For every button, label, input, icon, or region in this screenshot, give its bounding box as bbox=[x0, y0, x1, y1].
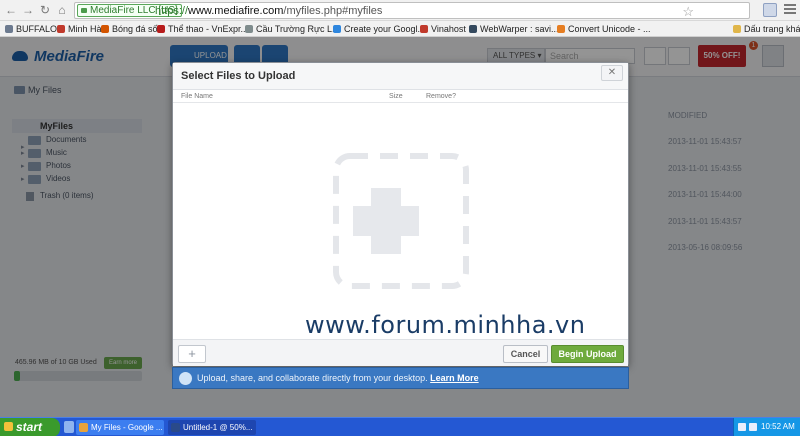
extension-icon[interactable] bbox=[763, 3, 777, 17]
dialog-title: Select Files to Upload bbox=[181, 70, 296, 82]
url-path: /myfiles.php#myfiles bbox=[283, 5, 383, 17]
clock: 10:52 AM bbox=[761, 422, 795, 431]
cancel-button[interactable]: Cancel bbox=[503, 345, 548, 363]
taskbar-item[interactable]: My Files - Google ... bbox=[76, 420, 164, 435]
begin-upload-button[interactable]: Begin Upload bbox=[551, 345, 624, 363]
browser-menu-icon[interactable] bbox=[784, 4, 796, 16]
desktop-app-promo: Upload, share, and collaborate directly … bbox=[172, 367, 629, 389]
desktop-promo-text: Upload, share, and collaborate directly … bbox=[197, 373, 428, 383]
bookmark-item[interactable]: WebWarper : savi... bbox=[469, 23, 559, 35]
address-bar[interactable]: MediaFire LLC [US] https://www.mediafire… bbox=[74, 2, 750, 19]
reload-icon[interactable]: ↻ bbox=[38, 3, 52, 17]
bookmark-item[interactable]: Vinahost bbox=[420, 23, 466, 35]
dialog-header: Select Files to Upload ✕ bbox=[173, 63, 628, 90]
browser-toolbar: ← → ↻ ⌂ MediaFire LLC [US] https://www.m… bbox=[0, 0, 800, 21]
bookmark-item[interactable]: Cầu Trường Rực L... bbox=[245, 23, 339, 35]
start-button[interactable]: start bbox=[0, 418, 60, 436]
column-file-name: File Name bbox=[181, 93, 213, 100]
bookmark-item[interactable]: Create your Googl... bbox=[333, 23, 425, 35]
back-icon[interactable]: ← bbox=[4, 3, 18, 17]
file-list-header: File Name Size Remove? bbox=[173, 90, 628, 103]
bookmark-item[interactable]: Convert Unicode - ... bbox=[557, 23, 651, 35]
windows-taskbar: start My Files - Google ... Untitled-1 @… bbox=[0, 417, 800, 436]
watermark: www.forum.minhha.vn bbox=[305, 311, 586, 339]
forward-icon[interactable]: → bbox=[21, 3, 35, 17]
bookmark-item[interactable]: Bóng đá số bbox=[101, 23, 158, 35]
bookmark-item[interactable]: Minh Hà bbox=[57, 23, 102, 35]
system-tray: 10:52 AM bbox=[733, 418, 800, 436]
bookmark-item[interactable]: BUFFALO bbox=[5, 23, 57, 35]
add-files-button[interactable]: + bbox=[178, 345, 206, 363]
bookmarks-bar: BUFFALO Minh Hà Bóng đá số Thể thao - Vn… bbox=[0, 21, 800, 37]
url-scheme: https:// bbox=[155, 5, 189, 17]
bookmark-item[interactable]: Thể thao - VnExpr... bbox=[157, 23, 248, 35]
desktop-app-icon bbox=[179, 372, 192, 385]
close-icon[interactable]: ✕ bbox=[601, 65, 623, 81]
url-text: https://www.mediafire.com/myfiles.php#my… bbox=[155, 5, 382, 17]
other-bookmarks-folder[interactable]: Dấu trang khác bbox=[733, 23, 800, 35]
url-host: www.mediafire.com bbox=[188, 5, 284, 17]
taskbar-item[interactable]: Untitled-1 @ 50%... bbox=[168, 420, 256, 435]
quick-launch-icon[interactable] bbox=[64, 421, 74, 433]
home-icon[interactable]: ⌂ bbox=[55, 3, 69, 17]
add-files-plus-icon[interactable] bbox=[353, 206, 419, 236]
dialog-footer: + Cancel Begin Upload bbox=[173, 339, 628, 366]
column-size: Size bbox=[389, 93, 403, 100]
column-remove: Remove? bbox=[426, 93, 456, 100]
learn-more-link[interactable]: Learn More bbox=[430, 373, 479, 383]
tray-network-icon[interactable] bbox=[738, 423, 746, 431]
tray-volume-icon[interactable] bbox=[749, 423, 757, 431]
bookmark-star-icon[interactable]: ☆ bbox=[682, 4, 694, 20]
